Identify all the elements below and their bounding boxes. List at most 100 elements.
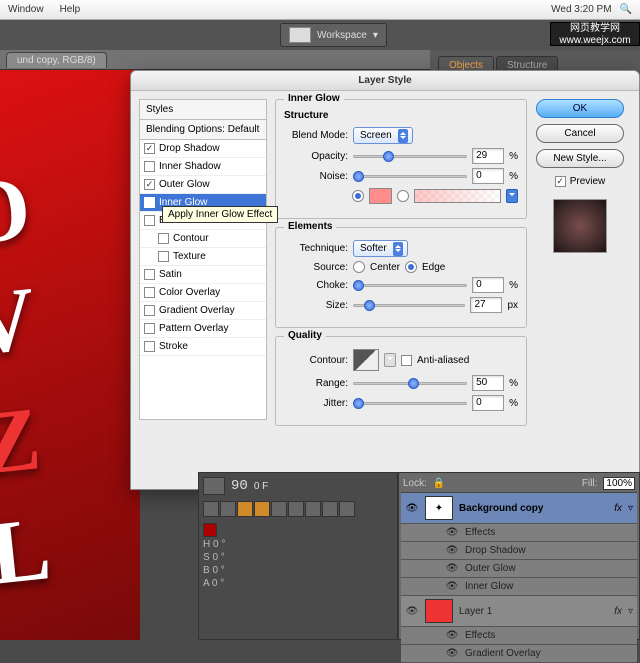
- blend-mode-label: Blend Mode:: [284, 130, 348, 141]
- layer-effect-inner[interactable]: 👁Inner Glow: [401, 578, 637, 596]
- range-label: Range:: [284, 378, 348, 389]
- color-radio[interactable]: [352, 190, 364, 202]
- fx-badge[interactable]: fx: [614, 503, 622, 514]
- fill-value[interactable]: 100%: [603, 477, 635, 490]
- choke-slider[interactable]: [353, 278, 467, 292]
- style-inner-shadow[interactable]: Inner Shadow: [140, 158, 266, 176]
- menu-window[interactable]: Window: [8, 4, 44, 15]
- layer-effect-drop[interactable]: 👁Drop Shadow: [401, 542, 637, 560]
- styles-header[interactable]: Styles: [139, 99, 267, 120]
- app-toolbar: Workspace ▾: [0, 20, 640, 50]
- blend-mode-select[interactable]: Screen: [353, 127, 413, 144]
- range-value[interactable]: 50: [472, 375, 504, 391]
- source-label: Source:: [284, 262, 348, 273]
- style-satin[interactable]: Satin: [140, 266, 266, 284]
- dialog-title: Layer Style: [131, 71, 639, 91]
- choke-value[interactable]: 0: [472, 277, 504, 293]
- anti-aliased-checkbox[interactable]: [401, 355, 412, 366]
- layers-panel: Lock: 🔒 Fill: 100% 👁 ✦ Background copy f…: [398, 472, 640, 640]
- layer-style-dialog: Layer Style Styles Blending Options: Def…: [130, 70, 640, 490]
- document-tab[interactable]: und copy, RGB/8): [6, 52, 107, 68]
- lock-icon[interactable]: 🔒: [433, 478, 445, 489]
- preview-checkbox[interactable]: [555, 176, 566, 187]
- styles-column: Styles Blending Options: Default Drop Sh…: [139, 99, 267, 483]
- lock-label: Lock:: [403, 478, 427, 489]
- canvas[interactable]: OVZL: [0, 70, 140, 640]
- choke-label: Choke:: [284, 280, 348, 291]
- eye-icon[interactable]: 👁: [405, 503, 419, 514]
- tooltip: Apply Inner Glow Effect: [162, 206, 278, 223]
- blending-options[interactable]: Blending Options: Default: [139, 120, 267, 140]
- tl-color-swatch[interactable]: [203, 523, 217, 537]
- fx-badge[interactable]: fx: [614, 606, 622, 617]
- opacity-value[interactable]: 29: [472, 148, 504, 164]
- timeline-icons[interactable]: [203, 501, 393, 517]
- fill-label: Fill:: [582, 478, 598, 489]
- style-gradient-overlay[interactable]: Gradient Overlay: [140, 302, 266, 320]
- contour-menu-icon[interactable]: [384, 353, 396, 367]
- layer-effect-gradient[interactable]: 👁Gradient Overlay: [401, 645, 637, 663]
- chevron-down-icon[interactable]: ▿: [628, 503, 633, 514]
- menu-clock: Wed 3:20 PM: [551, 4, 611, 15]
- gradient-menu-icon[interactable]: [506, 189, 518, 203]
- contour-label: Contour:: [284, 355, 348, 366]
- style-pattern-overlay[interactable]: Pattern Overlay: [140, 320, 266, 338]
- style-texture[interactable]: Texture: [140, 248, 266, 266]
- preview-label: Preview: [570, 176, 606, 187]
- gradient-radio[interactable]: [397, 190, 409, 202]
- menubar: Window Help Wed 3:20 PM 🔍: [0, 0, 640, 20]
- cancel-button[interactable]: Cancel: [536, 124, 624, 143]
- size-label: Size:: [284, 300, 348, 311]
- ok-button[interactable]: OK: [536, 99, 624, 118]
- range-slider[interactable]: [353, 376, 467, 390]
- technique-select[interactable]: Softer: [353, 240, 408, 257]
- settings-column: Inner Glow Structure Blend Mode: Screen …: [275, 99, 527, 483]
- menu-help[interactable]: Help: [60, 4, 81, 15]
- new-style-button[interactable]: New Style...: [536, 149, 624, 168]
- jitter-value[interactable]: 0: [472, 395, 504, 411]
- layer-background-copy[interactable]: 👁 ✦ Background copy fx▿: [401, 493, 637, 524]
- chevron-down-icon[interactable]: ▿: [628, 606, 633, 617]
- style-outer-glow[interactable]: Outer Glow: [140, 176, 266, 194]
- style-color-overlay[interactable]: Color Overlay: [140, 284, 266, 302]
- noise-label: Noise:: [284, 171, 348, 182]
- size-slider[interactable]: [353, 298, 465, 312]
- quality-group: Quality Contour: Anti-aliased Range: 50 …: [275, 336, 527, 426]
- workspace-label: Workspace: [317, 30, 367, 41]
- layer-thumb: ✦: [425, 496, 453, 520]
- noise-slider[interactable]: [353, 169, 467, 183]
- jitter-label: Jitter:: [284, 398, 348, 409]
- contour-swatch[interactable]: [353, 349, 379, 371]
- elements-group: Elements Technique: Softer Source: Cente…: [275, 227, 527, 328]
- color-swatch[interactable]: [369, 188, 392, 204]
- dialog-buttons: OK Cancel New Style... Preview: [535, 99, 625, 483]
- layer-effect-outer[interactable]: 👁Outer Glow: [401, 560, 637, 578]
- noise-value[interactable]: 0: [472, 168, 504, 184]
- jitter-slider[interactable]: [353, 396, 467, 410]
- timeline-panel: 900 F H 0 ° S 0 ° B 0 ° A 0 °: [198, 472, 398, 640]
- gradient-swatch[interactable]: [414, 189, 501, 203]
- style-contour[interactable]: Contour: [140, 230, 266, 248]
- size-value[interactable]: 27: [470, 297, 502, 313]
- opacity-label: Opacity:: [284, 151, 348, 162]
- chevron-down-icon: ▾: [373, 30, 378, 41]
- style-stroke[interactable]: Stroke: [140, 338, 266, 356]
- technique-label: Technique:: [284, 243, 348, 254]
- structure-head: Structure: [284, 110, 518, 121]
- layer-effects[interactable]: 👁Effects: [401, 524, 637, 542]
- style-drop-shadow[interactable]: Drop Shadow: [140, 140, 266, 158]
- source-center-radio[interactable]: [353, 261, 365, 273]
- preview-swatch: [553, 199, 607, 253]
- opacity-slider[interactable]: [353, 149, 467, 163]
- chevron-updown-icon: [398, 129, 408, 143]
- layer-effects-2[interactable]: 👁Effects: [401, 627, 637, 645]
- watermark: 网页教学网www.weejx.com: [550, 22, 640, 46]
- bottom-panels: 900 F H 0 ° S 0 ° B 0 ° A 0 ° Lock: 🔒 Fi…: [198, 472, 640, 640]
- play-icon[interactable]: [203, 477, 225, 495]
- workspace-icon: [289, 27, 311, 43]
- quality-head: Quality: [284, 330, 326, 341]
- layer-1[interactable]: 👁 Layer 1 fx▿: [401, 596, 637, 627]
- workspace-switcher[interactable]: Workspace ▾: [280, 23, 387, 47]
- source-edge-radio[interactable]: [405, 261, 417, 273]
- spotlight-icon[interactable]: 🔍: [620, 4, 632, 15]
